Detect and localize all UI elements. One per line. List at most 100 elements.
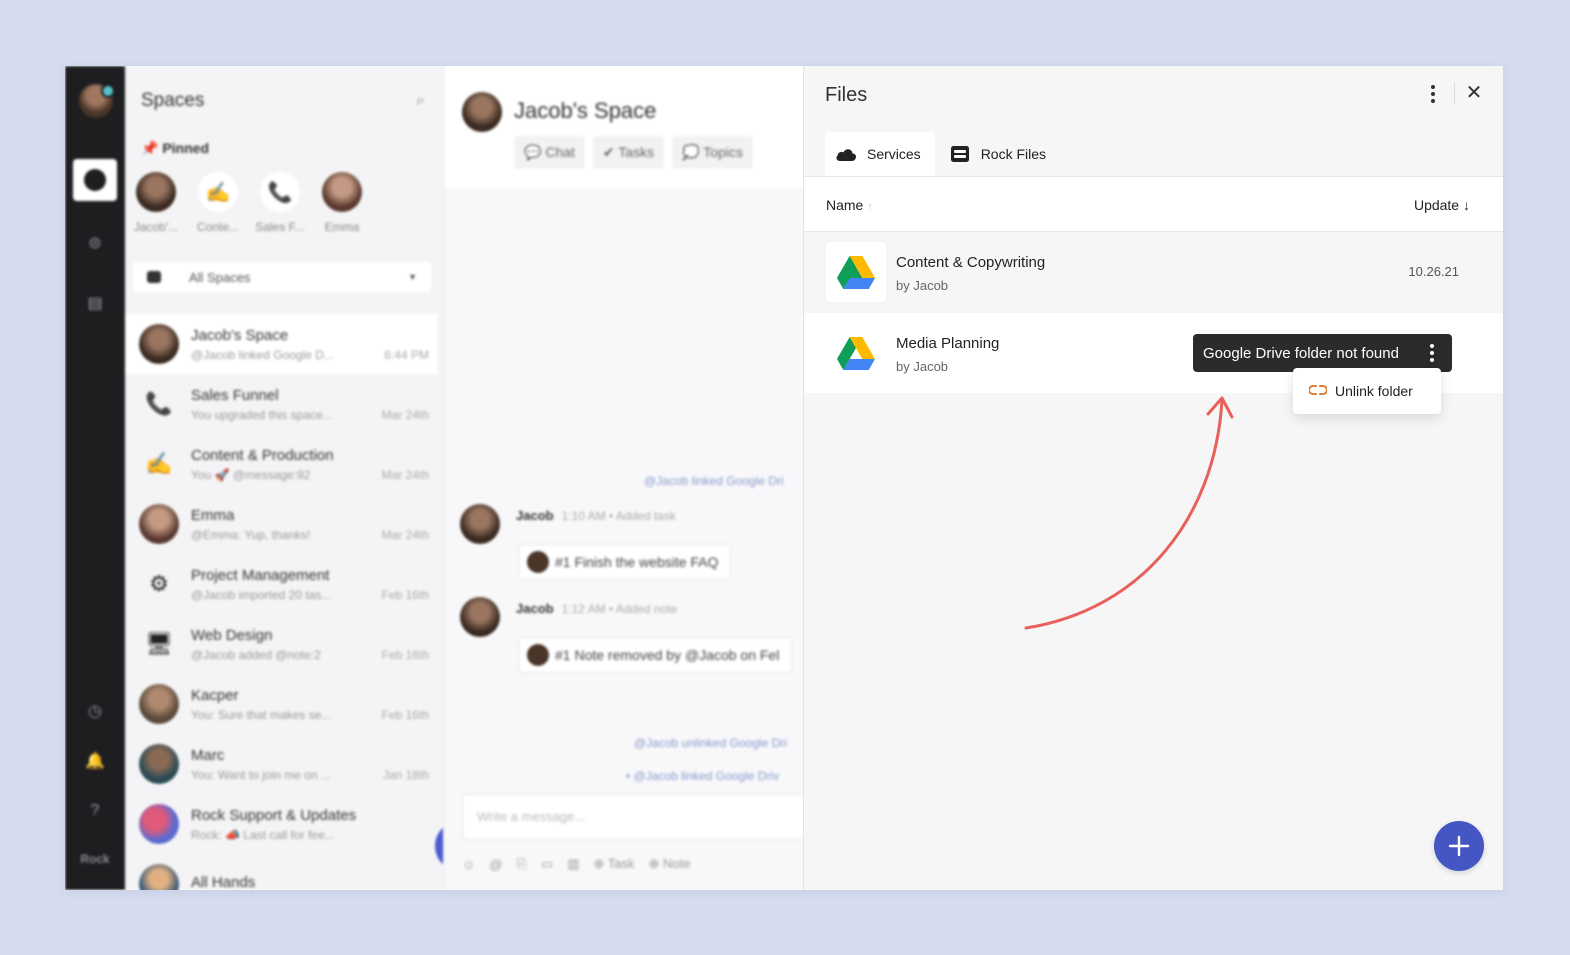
chat-tabs: 💬 Chat ✔ Tasks 💭 Topics	[514, 136, 753, 169]
system-message: • @Jacob linked Google Driv	[626, 769, 780, 783]
note-card[interactable]: #1 Note removed by @Jacob on Fel	[518, 637, 793, 673]
files-header: Files ✕ Services Rock Files	[804, 66, 1503, 176]
spaces-panel: Spaces ⌕ 📌 Pinned Jacob'... ✍ Conte... 📞…	[125, 66, 485, 890]
mention-icon[interactable]: @	[489, 857, 502, 872]
list-item[interactable]: Jacob's Space @Jacob linked Google D... 6…	[125, 314, 437, 374]
status-dot	[101, 84, 115, 98]
search-icon[interactable]: ⌕	[416, 92, 425, 110]
avatar	[139, 744, 179, 784]
table-row[interactable]: Content & Copywriting by Jacob 10.26.21	[804, 232, 1503, 312]
phone-icon: 📞	[260, 172, 300, 212]
close-icon[interactable]: ✕	[1462, 80, 1486, 106]
tab-chat[interactable]: 💬 Chat	[514, 136, 585, 169]
system-message: @Jacob linked Google Dri	[644, 474, 784, 488]
nav-rail: ⊜ ▤ ◷ 🔔 ? Rock	[65, 66, 125, 890]
avatar	[322, 172, 362, 212]
tab-tasks[interactable]: ✔ Tasks	[592, 136, 665, 169]
spaces-list: Jacob's Space @Jacob linked Google D... 6…	[125, 314, 437, 890]
writing-hand-icon: ✍	[145, 451, 173, 476]
list-item[interactable]: 🖥 Web Design @Jacob added @note:2 Feb 16t…	[125, 614, 437, 674]
unlink-icon	[1308, 383, 1328, 399]
column-name-header[interactable]: Name ↑	[826, 197, 873, 213]
file-name: Media Planning	[896, 335, 1000, 352]
spaces-nav-icon[interactable]	[73, 159, 117, 201]
google-drive-icon	[826, 242, 886, 302]
list-item[interactable]: 📞 Sales Funnel You upgraded this space...…	[125, 374, 437, 434]
arrow-down-icon: ↓	[1463, 197, 1470, 213]
add-note-button[interactable]: ⊕ Note	[649, 856, 691, 872]
sort-arrow-icon: ↑	[867, 201, 873, 213]
chat-title: Jacob's Space	[514, 98, 657, 123]
rock-files-icon	[949, 143, 971, 165]
chat-panel: Jacob's Space 💬 Chat ✔ Tasks 💭 Topics @J…	[443, 66, 822, 890]
avatar	[462, 92, 502, 132]
list-item[interactable]: All Hands	[125, 854, 437, 890]
files-panel: Files ✕ Services Rock Files Name ↑ Updat…	[803, 66, 1503, 890]
monitor-icon: 🖥	[145, 631, 173, 656]
notes-nav-icon[interactable]: ▤	[82, 290, 108, 316]
pinned-item[interactable]: 📞 Sales F...	[249, 172, 311, 234]
avatar	[139, 324, 179, 364]
pinned-label: 📌 Pinned	[141, 140, 209, 156]
tab-topics[interactable]: 💭 Topics	[672, 136, 753, 169]
message-input[interactable]: Write a message...	[462, 794, 822, 840]
divider	[1454, 82, 1455, 104]
background-app: ⊜ ▤ ◷ 🔔 ? Rock Spaces ⌕ 📌 Pinned Jacob'.…	[65, 66, 822, 890]
table-header: Name ↑ Update ↓	[804, 176, 1503, 232]
error-tooltip: Google Drive folder not found	[1193, 334, 1452, 372]
system-message: @Jacob unlinked Google Dri	[634, 736, 787, 750]
list-item[interactable]: Marc You: Want to join me on ... Jan 18th	[125, 734, 437, 794]
folder-icon	[147, 271, 161, 283]
pinned-item[interactable]: ✍ Conte...	[187, 172, 249, 234]
add-file-button[interactable]	[1434, 821, 1484, 871]
phone-icon: 📞	[145, 391, 173, 416]
list-item[interactable]: ⚙ Project Management @Jacob imported 20 t…	[125, 554, 437, 614]
app-window: ⊜ ▤ ◷ 🔔 ? Rock Spaces ⌕ 📌 Pinned Jacob'.…	[65, 66, 1503, 890]
compose-toolbar: ☺ @ ⎘ ▭ ▥ ⊕ Task ⊕ Note	[462, 856, 690, 872]
column-update-header[interactable]: Update ↓	[1414, 197, 1470, 213]
rock-logo-icon	[139, 804, 179, 844]
gear-icon: ⚙	[149, 571, 169, 596]
attach-icon[interactable]: ⎘	[516, 856, 526, 872]
video-icon[interactable]: ▭	[541, 856, 553, 872]
list-item[interactable]: ✍ Content & Production You 🚀 @message:92 …	[125, 434, 437, 494]
unlink-folder-menu-item[interactable]: Unlink folder	[1293, 368, 1441, 414]
avatar	[139, 864, 179, 890]
list-item[interactable]: Emma @Emma: Yup, thanks! Mar 24th	[125, 494, 437, 554]
help-icon[interactable]: ?	[82, 798, 108, 824]
activity-nav-icon[interactable]: ◷	[82, 698, 108, 724]
list-item[interactable]: Kacper You: Sure that makes se... Feb 16t…	[125, 674, 437, 734]
bell-icon[interactable]: 🔔	[82, 748, 108, 774]
avatar	[139, 684, 179, 724]
file-owner: by Jacob	[896, 359, 949, 374]
writing-hand-icon: ✍	[198, 172, 238, 212]
list-item[interactable]: Rock Support & Updates Rock: 📣 Last call …	[125, 794, 437, 854]
avatar	[139, 504, 179, 544]
chevron-down-icon: ▼	[408, 272, 417, 282]
chat-header: Jacob's Space 💬 Chat ✔ Tasks 💭 Topics	[444, 66, 806, 188]
tab-rock-files[interactable]: Rock Files	[939, 132, 1060, 176]
add-task-button[interactable]: ⊕ Task	[593, 856, 634, 872]
pinned-item[interactable]: Jacob'...	[125, 172, 187, 234]
more-options-icon[interactable]	[1420, 82, 1446, 106]
page-title: Files	[825, 84, 868, 106]
emoji-icon[interactable]: ☺	[462, 857, 475, 872]
avatar	[460, 504, 500, 544]
file-date: 10.26.21	[1408, 264, 1459, 279]
pinned-item[interactable]: Emma	[311, 172, 373, 234]
row-more-options-icon[interactable]	[1428, 344, 1436, 362]
avatar	[136, 172, 176, 212]
cloud-icon	[835, 143, 857, 165]
chart-icon[interactable]: ▥	[567, 856, 579, 872]
task-card[interactable]: #1 Finish the website FAQ	[518, 544, 732, 580]
spaces-filter-select[interactable]: All Spaces ▼	[133, 262, 431, 292]
files-table: Content & Copywriting by Jacob 10.26.21 …	[804, 232, 1503, 890]
avatar	[460, 597, 500, 637]
google-drive-icon	[826, 323, 886, 383]
spaces-title: Spaces	[141, 90, 205, 111]
file-name: Content & Copywriting	[896, 254, 1046, 271]
file-owner: by Jacob	[896, 278, 949, 293]
tab-services[interactable]: Services	[825, 132, 935, 176]
rock-logo: Rock	[80, 852, 110, 866]
tasks-nav-icon[interactable]: ⊜	[82, 230, 108, 256]
